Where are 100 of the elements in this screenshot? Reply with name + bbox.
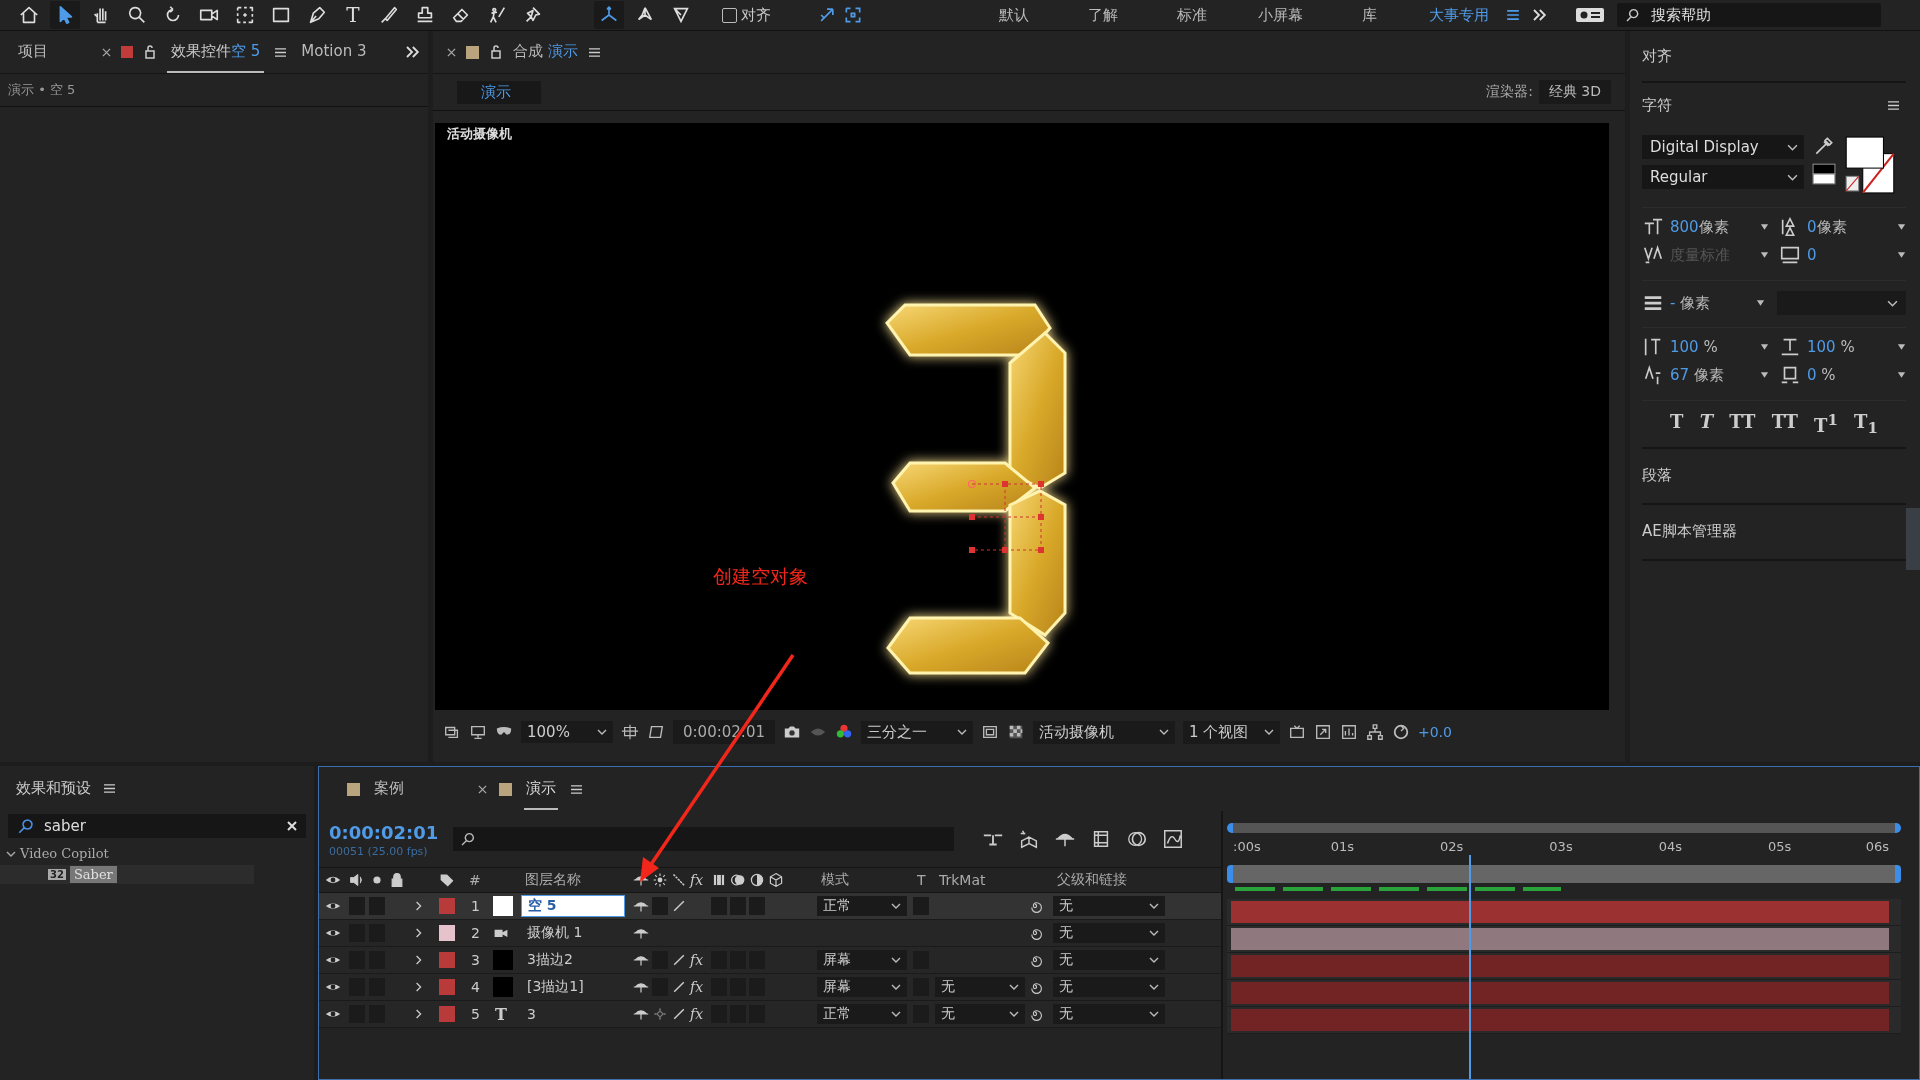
- mask-outline-icon[interactable]: [647, 723, 665, 741]
- panel-tab[interactable]: 合成 演示: [513, 31, 578, 73]
- chevron-down-icon[interactable]: [597, 729, 607, 735]
- chevron-down-icon[interactable]: [1149, 903, 1159, 909]
- parent-dropdown[interactable]: 无: [1053, 977, 1165, 997]
- text-style-button[interactable]: TT: [1771, 411, 1798, 437]
- label-color-swatch[interactable]: [439, 925, 455, 941]
- dropdown-arrow-icon[interactable]: [1897, 251, 1906, 259]
- dropdown-arrow-icon[interactable]: [1897, 223, 1906, 231]
- panel-menu-icon[interactable]: [274, 46, 288, 58]
- parent-dropdown[interactable]: 无: [1053, 1004, 1165, 1024]
- switch-box[interactable]: [369, 897, 385, 915]
- effect-switch[interactable]: fx: [690, 952, 708, 968]
- quality-slash-icon[interactable]: [671, 1006, 687, 1022]
- label-color-swatch[interactable]: [439, 898, 455, 914]
- dropdown-arrow-icon[interactable]: [1760, 223, 1769, 231]
- font-style-dropdown[interactable]: Regular: [1642, 165, 1804, 189]
- paragraph-panel-title[interactable]: 段落: [1642, 466, 1672, 486]
- workspace-tab[interactable]: 大事专用: [1414, 5, 1503, 25]
- chevron-down-icon[interactable]: [956, 729, 967, 735]
- switch-box[interactable]: [711, 897, 727, 915]
- workspace-tab[interactable]: 小屏幕: [1236, 5, 1325, 25]
- playhead[interactable]: [1469, 855, 1472, 1079]
- reset-exposure-icon[interactable]: [1391, 723, 1410, 741]
- dropdown-arrow-icon[interactable]: [1760, 251, 1769, 259]
- metric-value[interactable]: 100 %: [1807, 338, 1891, 356]
- chevron-down-icon[interactable]: [1149, 1011, 1159, 1017]
- metric-value[interactable]: 0像素: [1807, 217, 1891, 237]
- workspace-tab[interactable]: 库: [1325, 5, 1414, 25]
- effect-category[interactable]: Video Copilot: [20, 846, 109, 861]
- dropdown-arrow-icon[interactable]: [1897, 371, 1906, 379]
- resolution-dropdown[interactable]: 三分之一: [860, 720, 973, 744]
- snapping-checkbox[interactable]: 对齐: [722, 5, 771, 25]
- dashed-frame-icon[interactable]: [843, 5, 863, 25]
- label-color-swatch[interactable]: [439, 979, 455, 995]
- graph-editor-icon[interactable]: [1162, 828, 1184, 850]
- lock-icon[interactable]: [489, 45, 503, 59]
- quality-slash-icon[interactable]: [671, 952, 687, 968]
- blend-mode-dropdown[interactable]: 正常: [817, 896, 907, 916]
- workspace-tab[interactable]: 了解: [1058, 5, 1147, 25]
- monitor-icon[interactable]: [469, 723, 487, 741]
- fit-frame-icon[interactable]: [1313, 723, 1332, 741]
- chevron-down-icon[interactable]: [891, 1011, 901, 1017]
- layer-name[interactable]: 摄像机 1: [521, 923, 633, 943]
- close-icon[interactable]: [478, 784, 487, 794]
- eyedropper-icon[interactable]: [1813, 135, 1835, 157]
- region-icon[interactable]: [980, 723, 999, 741]
- chevron-down-icon[interactable]: [1263, 729, 1274, 735]
- lock-icon[interactable]: [143, 45, 157, 59]
- timeline-icon[interactable]: [1339, 723, 1358, 741]
- camera-view-dropdown[interactable]: 活动摄像机: [1032, 720, 1175, 744]
- align-panel-title[interactable]: 对齐: [1642, 46, 1672, 66]
- text-style-button[interactable]: T$^{1}$: [1813, 411, 1838, 437]
- switch-box[interactable]: [749, 897, 765, 915]
- frame-icon[interactable]: [621, 723, 639, 741]
- timeline-tab[interactable]: 案例: [372, 768, 406, 810]
- chevron-down-icon[interactable]: [891, 957, 901, 963]
- draft-3d-icon[interactable]: [1018, 828, 1040, 850]
- chevron-down-icon[interactable]: [1149, 930, 1159, 936]
- layer-name[interactable]: 3: [521, 1005, 633, 1023]
- layer-row[interactable]: 3 3描边2 fx 屏幕 无: [319, 947, 1221, 974]
- layer-row[interactable]: 2 摄像机 1 无: [319, 920, 1221, 947]
- zoom-dropdown[interactable]: 100%: [521, 721, 613, 743]
- layer-name[interactable]: 空 5: [521, 895, 625, 917]
- flowchart-icon[interactable]: [1365, 723, 1384, 741]
- parent-dropdown[interactable]: 无: [1053, 896, 1165, 916]
- panel-menu-icon[interactable]: [587, 46, 601, 58]
- metric-value[interactable]: 800像素: [1670, 217, 1754, 237]
- metric-value[interactable]: 0: [1807, 246, 1891, 264]
- label-color-swatch[interactable]: [439, 1006, 455, 1022]
- chevron-down-icon[interactable]: [1149, 957, 1159, 963]
- track-matte-dropdown[interactable]: 无: [935, 977, 1025, 997]
- chevron-down-icon[interactable]: [1787, 173, 1798, 181]
- fill-stroke-swatch[interactable]: [1844, 135, 1896, 195]
- blend-mode-dropdown[interactable]: 正常: [817, 1004, 907, 1024]
- layer-name[interactable]: [3描边1]: [521, 977, 633, 997]
- quality-slash-icon[interactable]: [671, 898, 687, 914]
- sync-settings-icon[interactable]: [1575, 5, 1605, 25]
- chevron-down-icon[interactable]: [1887, 299, 1898, 307]
- blend-mode-dropdown[interactable]: 屏幕: [817, 950, 907, 970]
- renderer-button[interactable]: 经典 3D: [1538, 80, 1611, 104]
- parent-dropdown[interactable]: 无: [1053, 923, 1165, 943]
- metric-value[interactable]: 0 %: [1807, 366, 1891, 384]
- effect-switch[interactable]: fx: [690, 979, 708, 995]
- dropdown-arrow-icon[interactable]: [1760, 371, 1769, 379]
- label-color-swatch[interactable]: [439, 952, 455, 968]
- panel-tab[interactable]: 效果控件空 5: [167, 31, 265, 73]
- panel-menu-icon[interactable]: [570, 783, 583, 795]
- chevron-down-icon[interactable]: [1009, 984, 1019, 990]
- track-matte-dropdown[interactable]: 无: [935, 1004, 1025, 1024]
- text-style-button[interactable]: TT: [1729, 411, 1756, 437]
- switch-box[interactable]: [652, 897, 668, 915]
- close-icon[interactable]: [102, 47, 111, 57]
- text-style-button[interactable]: T$_{1}$: [1854, 411, 1878, 437]
- layer-row[interactable]: 1 空 5 正常 无: [319, 893, 1221, 920]
- workspace-tab[interactable]: 标准: [1147, 5, 1236, 25]
- text-style-button[interactable]: T: [1699, 411, 1714, 437]
- parent-dropdown[interactable]: 无: [1053, 950, 1165, 970]
- panel-menu-icon[interactable]: [1887, 99, 1900, 111]
- tool-button[interactable]: T: [338, 1, 368, 29]
